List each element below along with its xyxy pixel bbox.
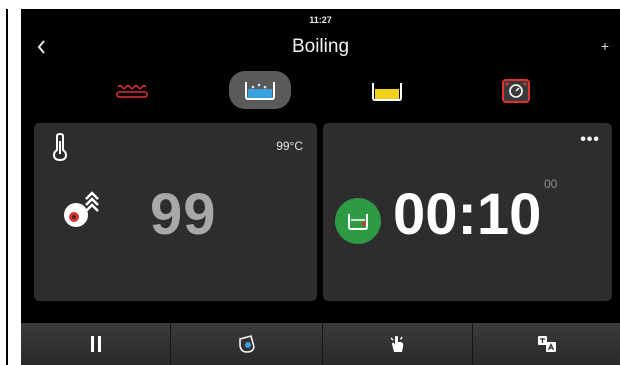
- add-button[interactable]: +: [598, 38, 612, 54]
- pause-button[interactable]: [21, 323, 171, 365]
- boil-pot-icon: [245, 82, 275, 100]
- hand-icon: [390, 336, 403, 352]
- pot-badge: [335, 198, 381, 244]
- timer-button[interactable]: [171, 323, 323, 365]
- timer-seconds: 00: [544, 177, 558, 191]
- more-options-button[interactable]: •••: [580, 131, 600, 149]
- temperature-value: 99: [150, 182, 217, 247]
- translate-button[interactable]: [473, 323, 620, 365]
- temperature-panel[interactable]: 99°C 99: [34, 123, 317, 301]
- timer-panel[interactable]: ••• 00:10 00: [323, 123, 612, 301]
- timer-pan-icon: [502, 79, 530, 103]
- status-time: 11:27: [309, 15, 332, 25]
- bottom-bar: [21, 323, 620, 365]
- mode-grill-button[interactable]: [109, 71, 155, 111]
- app-screen: 11:27 Boiling + 99°C 99 ••• 00:10 00: [21, 9, 620, 365]
- target-temperature: 99°C: [276, 139, 303, 153]
- timer-value: 00:10: [393, 182, 542, 247]
- pause-icon: [90, 336, 101, 352]
- probe-icon: [64, 191, 99, 227]
- mode-timer-button[interactable]: [494, 71, 538, 111]
- oil-pot-icon: [372, 83, 402, 101]
- left-border: [6, 9, 8, 365]
- mode-oil-button[interactable]: [365, 71, 409, 111]
- hand-button[interactable]: [323, 323, 473, 365]
- page-title: Boiling: [291, 36, 350, 57]
- timer-icon: [238, 335, 255, 353]
- grill-icon: [116, 84, 148, 98]
- translate-icon: [537, 336, 556, 352]
- pot-icon: [348, 214, 368, 230]
- thermometer-icon: [52, 133, 68, 161]
- mode-boil-button[interactable]: [229, 71, 291, 109]
